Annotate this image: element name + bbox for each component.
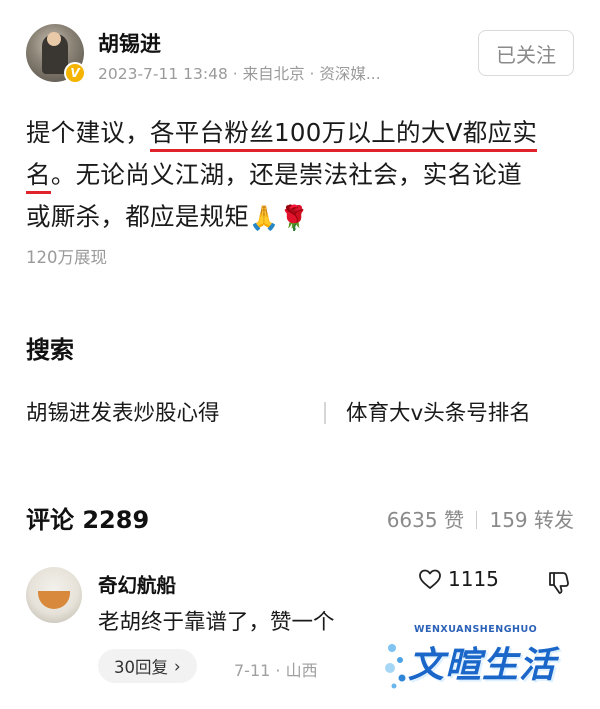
author-name[interactable]: 胡锡进 — [98, 28, 161, 58]
watermark-small-text: WENXUANSHENGHUO — [414, 624, 538, 635]
post-stats: 6635 赞 159 转发 — [387, 504, 574, 533]
commenter-avatar[interactable] — [26, 567, 82, 623]
search-suggestion-item[interactable]: 体育大v头条号排名 — [346, 396, 531, 427]
search-section-title: 搜索 — [26, 336, 74, 364]
post-text-line-2: 名。无论尚义江湖，还是崇法社会，实名论道 — [26, 154, 581, 196]
comment-like-count: 1115 — [448, 567, 499, 591]
watermark-logo: WENXUANSHENGHUO 文暄生活 — [380, 622, 590, 698]
divider — [475, 511, 478, 529]
highlighted-text: 名 — [26, 160, 51, 194]
post-text-line-3: 或厮杀，都应是规矩🙏🌹 — [26, 196, 581, 239]
view-count: 120万展现 — [26, 248, 107, 267]
post-header: V 胡锡进 2023-7-11 13:48 · 来自北京 · 资深媒... 已关… — [26, 22, 574, 88]
verified-badge-icon: V — [64, 62, 86, 84]
commenter-name[interactable]: 奇幻航船 — [98, 569, 176, 598]
chevron-right-icon: › — [174, 656, 181, 676]
post-text-line-1: 提个建议，各平台粉丝100万以上的大V都应实 — [26, 112, 581, 154]
comment-meta: 7-11 · 山西 — [234, 661, 318, 680]
post-text-segment: 提个建议， — [26, 118, 150, 147]
search-suggestions: 胡锡进发表炒股心得 体育大v头条号排名 — [26, 392, 574, 432]
post-meta: 2023-7-11 13:48 · 来自北京 · 资深媒... — [98, 65, 381, 83]
pray-hands-emoji-icon: 🙏 — [249, 204, 280, 232]
likes-count[interactable]: 6635 赞 — [387, 508, 464, 532]
replies-count: 30回复 — [114, 658, 168, 677]
rose-emoji-icon: 🌹 — [279, 204, 310, 232]
reposts-count[interactable]: 159 转发 — [489, 508, 574, 532]
avatar-teacup — [38, 591, 70, 609]
replies-button[interactable]: 30回复 › — [98, 649, 197, 683]
post-text: 提个建议，各平台粉丝100万以上的大V都应实 名。无论尚义江湖，还是崇法社会，实… — [26, 112, 581, 239]
comment-like-button[interactable]: 1115 — [418, 567, 499, 591]
search-suggestion-item[interactable]: 胡锡进发表炒股心得 — [26, 396, 220, 427]
heart-outline-icon — [419, 569, 441, 589]
comments-title[interactable]: 评论 2289 — [26, 500, 149, 535]
highlighted-text: 各平台粉丝100万以上的大V都应实 — [150, 118, 538, 152]
avatar-face — [47, 32, 61, 46]
thumbs-down-icon[interactable] — [546, 569, 574, 595]
comments-header: 评论 2289 6635 赞 159 转发 — [26, 496, 574, 538]
divider — [324, 402, 326, 424]
post-text-segment: 或厮杀，都应是规矩 — [26, 202, 250, 231]
follow-button[interactable]: 已关注 — [478, 30, 574, 76]
watermark-main-text: 文暄生活 — [408, 645, 557, 686]
post-text-segment: 。无论尚义江湖，还是崇法社会，实名论道 — [50, 160, 523, 189]
comment-text: 老胡终于靠谱了，赞一个 — [98, 610, 335, 635]
